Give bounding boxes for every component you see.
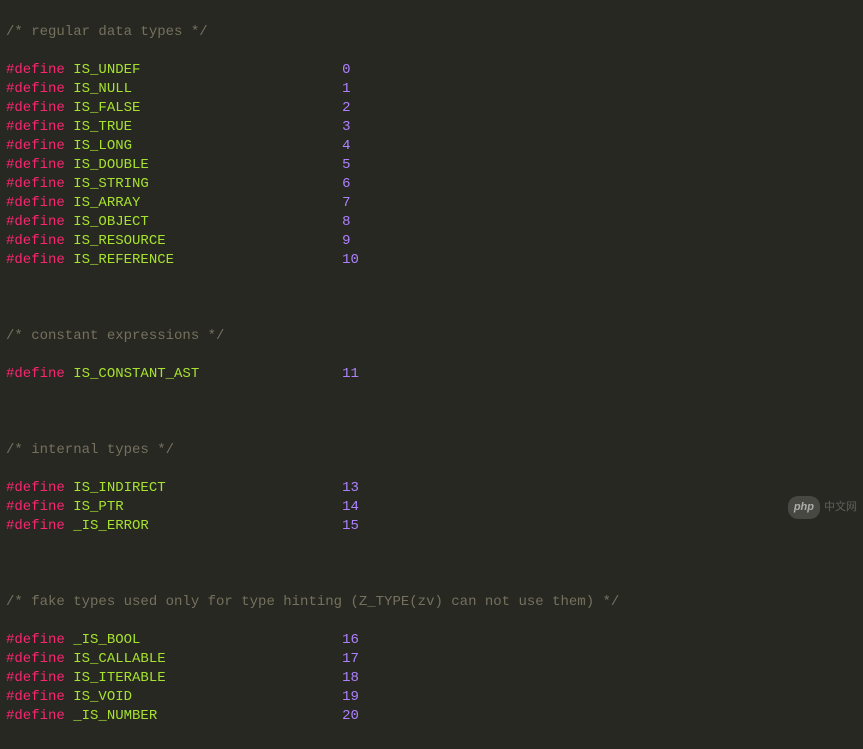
define-value: 17 bbox=[342, 651, 359, 667]
define-keyword: #define bbox=[6, 233, 65, 249]
watermark-badge: php bbox=[788, 496, 820, 519]
define-keyword: #define bbox=[6, 480, 65, 496]
define-keyword: #define bbox=[6, 62, 65, 78]
define-keyword: #define bbox=[6, 499, 65, 515]
define-identifier: IS_RESOURCE bbox=[73, 233, 165, 249]
define-identifier: _IS_ERROR bbox=[73, 518, 149, 534]
comment-line: /* internal types */ bbox=[6, 441, 857, 460]
define-keyword: #define bbox=[6, 100, 65, 116]
define-keyword: #define bbox=[6, 81, 65, 97]
define-identifier: IS_CONSTANT_AST bbox=[73, 366, 199, 382]
blank-line bbox=[6, 555, 857, 574]
define-value: 14 bbox=[342, 499, 359, 515]
define-value: 13 bbox=[342, 480, 359, 496]
define-value: 2 bbox=[342, 100, 350, 116]
define-value: 3 bbox=[342, 119, 350, 135]
comment-regular-data-types: /* regular data types */ bbox=[6, 24, 208, 40]
define-value: 19 bbox=[342, 689, 359, 705]
define-keyword: #define bbox=[6, 518, 65, 534]
comment-internal-types: /* internal types */ bbox=[6, 442, 174, 458]
define-identifier: IS_UNDEF bbox=[73, 62, 140, 78]
define-line: #define IS_ITERABLE 18 bbox=[6, 669, 857, 688]
define-value: 10 bbox=[342, 252, 359, 268]
define-value: 4 bbox=[342, 138, 350, 154]
define-keyword: #define bbox=[6, 119, 65, 135]
define-keyword: #define bbox=[6, 689, 65, 705]
define-keyword: #define bbox=[6, 708, 65, 724]
define-identifier: IS_PTR bbox=[73, 499, 123, 515]
define-line: #define IS_ARRAY 7 bbox=[6, 194, 857, 213]
define-value: 6 bbox=[342, 176, 350, 192]
define-identifier: IS_NULL bbox=[73, 81, 132, 97]
define-identifier: IS_LONG bbox=[73, 138, 132, 154]
define-value: 8 bbox=[342, 214, 350, 230]
define-line: #define IS_OBJECT 8 bbox=[6, 213, 857, 232]
define-keyword: #define bbox=[6, 670, 65, 686]
define-line: #define IS_CALLABLE 17 bbox=[6, 650, 857, 669]
define-identifier: IS_FALSE bbox=[73, 100, 140, 116]
define-line: #define IS_REFERENCE 10 bbox=[6, 251, 857, 270]
comment-line: /* fake types used only for type hinting… bbox=[6, 593, 857, 612]
define-line: #define IS_CONSTANT_AST 11 bbox=[6, 365, 857, 384]
blank-line bbox=[6, 289, 857, 308]
define-line: #define _IS_NUMBER 20 bbox=[6, 707, 857, 726]
define-line: #define _IS_BOOL 16 bbox=[6, 631, 857, 650]
comment-line: /* regular data types */ bbox=[6, 23, 857, 42]
watermark-text: 中文网 bbox=[824, 498, 857, 517]
blank-line bbox=[6, 403, 857, 422]
define-keyword: #define bbox=[6, 252, 65, 268]
define-keyword: #define bbox=[6, 195, 65, 211]
define-identifier: IS_CALLABLE bbox=[73, 651, 165, 667]
define-keyword: #define bbox=[6, 214, 65, 230]
code-block: /* regular data types */ #define IS_UNDE… bbox=[0, 0, 863, 749]
define-line: #define IS_STRING 6 bbox=[6, 175, 857, 194]
define-identifier: IS_ITERABLE bbox=[73, 670, 165, 686]
define-value: 1 bbox=[342, 81, 350, 97]
define-identifier: IS_TRUE bbox=[73, 119, 132, 135]
define-identifier: IS_DOUBLE bbox=[73, 157, 149, 173]
define-value: 20 bbox=[342, 708, 359, 724]
define-line: #define IS_LONG 4 bbox=[6, 137, 857, 156]
define-line: #define IS_UNDEF 0 bbox=[6, 61, 857, 80]
define-keyword: #define bbox=[6, 366, 65, 382]
define-identifier: IS_ARRAY bbox=[73, 195, 140, 211]
define-value: 5 bbox=[342, 157, 350, 173]
define-keyword: #define bbox=[6, 138, 65, 154]
define-line: #define IS_RESOURCE 9 bbox=[6, 232, 857, 251]
define-keyword: #define bbox=[6, 632, 65, 648]
define-value: 7 bbox=[342, 195, 350, 211]
watermark: php 中文网 bbox=[788, 496, 857, 519]
define-keyword: #define bbox=[6, 157, 65, 173]
define-identifier: IS_OBJECT bbox=[73, 214, 149, 230]
define-identifier: IS_VOID bbox=[73, 689, 132, 705]
define-line: #define IS_FALSE 2 bbox=[6, 99, 857, 118]
define-identifier: _IS_BOOL bbox=[73, 632, 140, 648]
define-line: #define IS_TRUE 3 bbox=[6, 118, 857, 137]
define-identifier: IS_STRING bbox=[73, 176, 149, 192]
define-identifier: _IS_NUMBER bbox=[73, 708, 157, 724]
comment-fake-types: /* fake types used only for type hinting… bbox=[6, 594, 619, 610]
comment-line: /* constant expressions */ bbox=[6, 327, 857, 346]
define-line: #define IS_DOUBLE 5 bbox=[6, 156, 857, 175]
comment-constant-expressions: /* constant expressions */ bbox=[6, 328, 224, 344]
define-value: 9 bbox=[342, 233, 350, 249]
define-line: #define IS_INDIRECT 13 bbox=[6, 479, 857, 498]
define-value: 18 bbox=[342, 670, 359, 686]
define-line: #define IS_PTR 14 bbox=[6, 498, 857, 517]
define-value: 16 bbox=[342, 632, 359, 648]
define-value: 11 bbox=[342, 366, 359, 382]
define-identifier: IS_REFERENCE bbox=[73, 252, 174, 268]
define-keyword: #define bbox=[6, 651, 65, 667]
define-identifier: IS_INDIRECT bbox=[73, 480, 165, 496]
define-keyword: #define bbox=[6, 176, 65, 192]
define-line: #define IS_VOID 19 bbox=[6, 688, 857, 707]
define-value: 15 bbox=[342, 518, 359, 534]
define-line: #define IS_NULL 1 bbox=[6, 80, 857, 99]
define-value: 0 bbox=[342, 62, 350, 78]
